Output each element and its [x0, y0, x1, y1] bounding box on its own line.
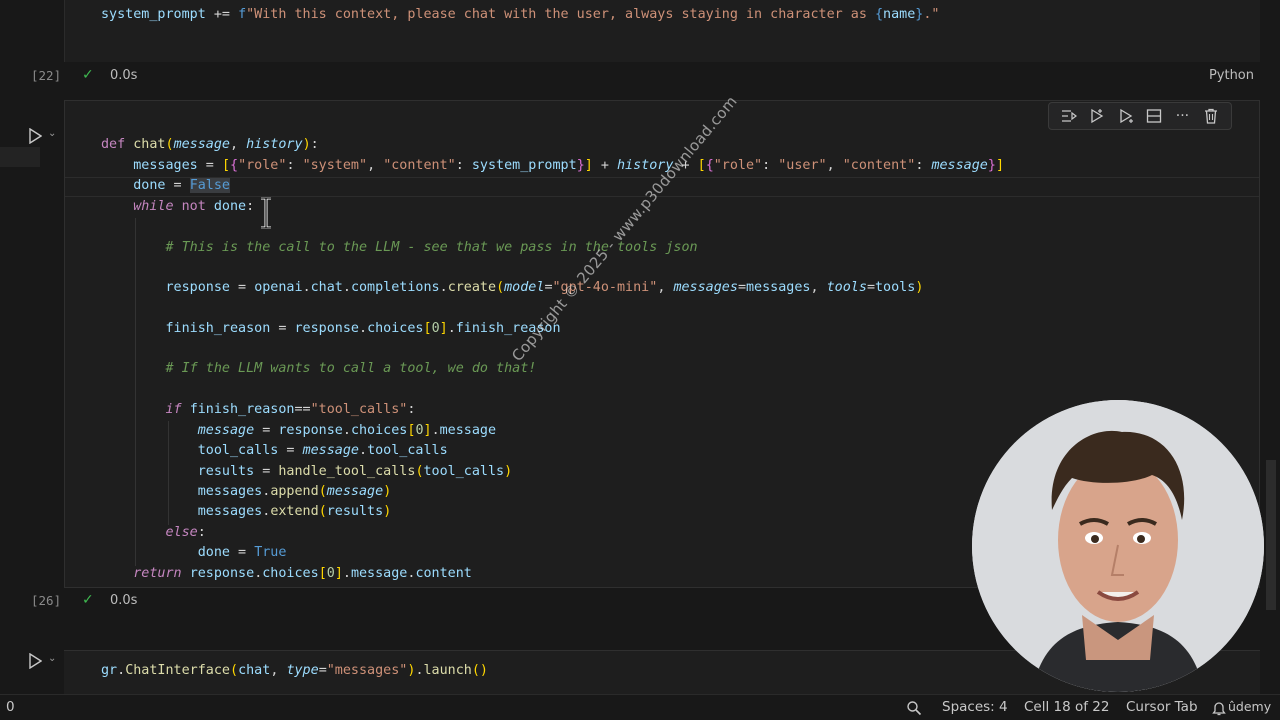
code-line-4[interactable]: while not done: — [101, 197, 254, 218]
execute-below-icon[interactable] — [1116, 106, 1136, 126]
text-cursor-icon — [261, 197, 271, 229]
code-line-9[interactable]: if finish_reason=="tool_calls": — [101, 400, 416, 421]
vertical-scrollbar[interactable] — [1266, 460, 1276, 610]
udemy-logo: ûdemy — [1228, 699, 1272, 714]
code-line-17[interactable]: return response.choices[0].message.conte… — [101, 564, 472, 585]
execution-count: [26] — [31, 593, 62, 608]
code-line-14[interactable]: messages.extend(results) — [101, 502, 392, 523]
code-line-10[interactable]: message = response.choices[0].message — [101, 421, 496, 442]
chevron-down-icon[interactable]: ⌄ — [48, 128, 56, 139]
success-check-icon: ✓ — [82, 67, 94, 83]
execute-above-icon[interactable] — [1087, 106, 1107, 126]
cell-position[interactable]: Cell 18 of 22 — [1024, 699, 1109, 715]
execution-time: 0.0s — [110, 68, 138, 83]
run-cell-icon[interactable] — [28, 128, 42, 144]
code-line-13[interactable]: messages.append(message) — [101, 482, 392, 503]
code-line-launch[interactable]: gr.ChatInterface(chat, type="messages").… — [101, 661, 488, 682]
kernel-language-label[interactable]: Python — [1209, 68, 1254, 83]
run-cell-icon[interactable] — [28, 653, 42, 669]
execution-count: [22] — [31, 68, 62, 83]
presenter-webcam — [972, 400, 1264, 692]
presenter-face-image — [972, 400, 1264, 692]
code-line-16[interactable]: done = True — [101, 543, 287, 564]
execution-time: 0.0s — [110, 593, 138, 608]
cell-toolbar: ··· — [1048, 102, 1232, 130]
split-cell-icon[interactable] — [1144, 106, 1164, 126]
cursor-tab-status[interactable]: Cursor Tab — [1126, 699, 1198, 715]
code-line-11[interactable]: tool_calls = message.tool_calls — [101, 441, 448, 462]
active-cell-marker — [0, 147, 40, 167]
more-icon[interactable]: ··· — [1172, 106, 1192, 126]
notifications-bell-icon[interactable] — [1212, 700, 1226, 716]
code-line-1[interactable]: def chat(message, history): — [101, 135, 319, 156]
code-line-7[interactable]: finish_reason = response.choices[0].fini… — [101, 319, 561, 340]
code-line-12[interactable]: results = handle_tool_calls(tool_calls) — [101, 462, 512, 483]
zoom-icon[interactable] — [906, 700, 922, 716]
delete-icon[interactable] — [1201, 106, 1221, 126]
run-by-line-icon[interactable] — [1059, 106, 1079, 126]
code-line-2[interactable]: messages = [{"role": "system", "content"… — [101, 156, 1004, 177]
code-line-15[interactable]: else: — [101, 523, 206, 544]
status-bar: 0 Spaces: 4 Cell 18 of 22 Cursor Tab ûde… — [0, 694, 1280, 720]
code-line-system-prompt[interactable]: system_prompt += f"With this context, pl… — [101, 5, 939, 26]
chevron-down-icon[interactable]: ⌄ — [48, 653, 56, 664]
indentation-setting[interactable]: Spaces: 4 — [942, 699, 1008, 715]
code-line-3[interactable]: done = False — [101, 176, 230, 197]
problems-count[interactable]: 0 — [6, 699, 15, 715]
success-check-icon: ✓ — [82, 592, 94, 608]
code-line-8[interactable]: # If the LLM wants to call a tool, we do… — [101, 359, 537, 380]
code-line-6[interactable]: response = openai.chat.completions.creat… — [101, 278, 924, 299]
